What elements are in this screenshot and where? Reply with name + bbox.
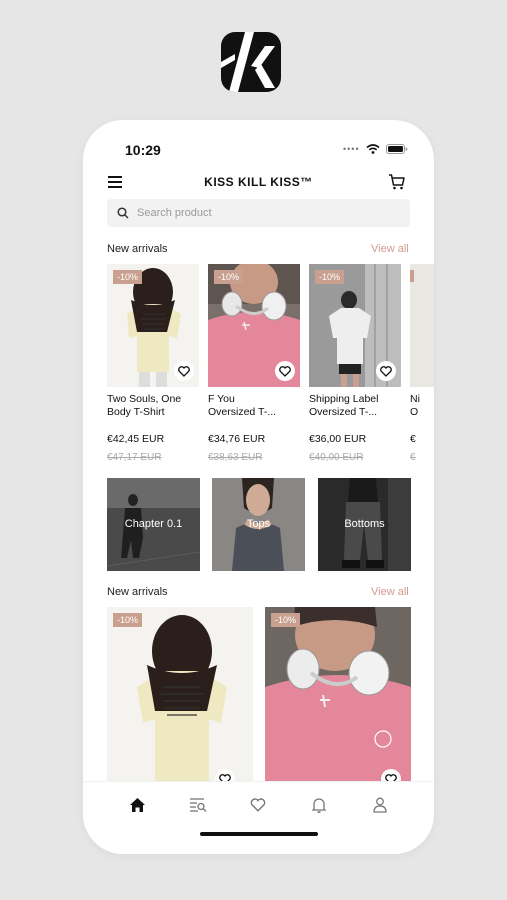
- wifi-icon: [366, 144, 380, 154]
- product-old-price: €: [410, 452, 416, 463]
- tab-notifications[interactable]: [308, 794, 330, 816]
- featured-product-card[interactable]: -10%: [265, 607, 411, 781]
- discount-badge: -10%: [113, 270, 143, 284]
- product-name-line: Ni: [410, 393, 420, 405]
- product-old-price: €38,63 EUR: [208, 452, 263, 463]
- top-app-bar: KISS KILL KISS™: [83, 170, 434, 198]
- discount-badge: -10%: [113, 613, 143, 627]
- heart-icon: [279, 365, 291, 377]
- category-row: Chapter 0.1 Tops Bottoms: [107, 478, 411, 571]
- section-title: New arrivals: [107, 586, 168, 598]
- product-name-line: Shipping Label: [309, 393, 379, 405]
- signal-dots-icon: ••••: [343, 144, 360, 154]
- bottom-tab-bar: [83, 781, 434, 854]
- product-card[interactable]: -10% F You Oversized T-... €34,76 EUR €3…: [208, 264, 300, 463]
- category-tile-chapter[interactable]: Chapter 0.1: [107, 478, 200, 571]
- product-old-price: €40,00 EUR: [309, 452, 364, 463]
- product-name-line: Oversized T-...: [208, 406, 277, 418]
- discount-badge: -10%: [271, 613, 301, 627]
- product-name-line: O: [410, 406, 419, 418]
- wishlist-button[interactable]: [275, 361, 295, 381]
- product-name[interactable]: F You Oversized T-...: [208, 393, 300, 419]
- battery-icon: [385, 144, 407, 154]
- product-name[interactable]: Shipping Label Oversized T-...: [309, 393, 401, 419]
- search-icon: [117, 207, 129, 219]
- heart-icon: [250, 798, 266, 812]
- browse-icon: [190, 798, 207, 812]
- wishlist-button[interactable]: [376, 361, 396, 381]
- category-label: Chapter 0.1: [124, 518, 183, 530]
- product-image[interactable]: -10%: [208, 264, 300, 387]
- discount-badge: -10%: [214, 270, 244, 284]
- status-icons: ••••: [343, 144, 408, 154]
- category-label: Tops: [246, 518, 271, 530]
- status-bar: 10:29 ••••: [83, 120, 434, 176]
- category-label: Bottoms: [344, 518, 385, 530]
- product-price: €34,76 EUR: [208, 433, 266, 445]
- bell-icon: [312, 798, 326, 813]
- product-old-price: €47,17 EUR: [107, 452, 162, 463]
- app-logo: [221, 32, 281, 92]
- product-card[interactable]: -10% Shipping Label Oversized T-... €36,…: [309, 264, 401, 463]
- product-image[interactable]: -10%: [107, 264, 199, 387]
- status-time: 10:29: [125, 142, 161, 158]
- heart-icon: [385, 773, 397, 781]
- tab-profile[interactable]: [369, 794, 391, 816]
- product-price: €: [410, 433, 416, 445]
- view-all-link[interactable]: View all: [371, 243, 409, 255]
- tab-browse[interactable]: [187, 794, 209, 816]
- user-icon: [373, 797, 387, 813]
- product-card[interactable]: -10% Two Souls, One Body T-Shirt €42,45 …: [107, 264, 199, 463]
- product-name-line: Two Souls, One: [107, 393, 182, 405]
- cart-icon: [389, 174, 405, 190]
- category-tile-tops[interactable]: Tops: [212, 478, 305, 571]
- cart-button[interactable]: [388, 173, 406, 191]
- heart-icon: [178, 365, 190, 377]
- featured-products: -10% -10%: [107, 607, 411, 781]
- product-card[interactable]: Ni O € €: [410, 264, 434, 463]
- tab-home[interactable]: [126, 794, 148, 816]
- section-title: New arrivals: [107, 243, 168, 255]
- wishlist-button[interactable]: [174, 361, 194, 381]
- view-all-link[interactable]: View all: [371, 586, 409, 598]
- featured-product-card[interactable]: -10%: [107, 607, 253, 781]
- discount-badge: -10%: [315, 270, 345, 284]
- phone-screen: 10:29 •••• KISS KILL KISS™ Search produc…: [83, 120, 434, 854]
- product-image[interactable]: -10%: [309, 264, 401, 387]
- search-bar[interactable]: [107, 199, 410, 227]
- product-price: €42,45 EUR: [107, 433, 165, 445]
- brand-title: KISS KILL KISS™: [204, 175, 313, 189]
- product-name-line: Oversized T-...: [309, 406, 378, 418]
- heart-icon: [219, 773, 231, 781]
- home-indicator: [200, 832, 318, 836]
- product-price: €36,00 EUR: [309, 433, 367, 445]
- product-name[interactable]: Two Souls, One Body T-Shirt: [107, 393, 199, 419]
- product-name-line: Body T-Shirt: [107, 406, 165, 418]
- search-input[interactable]: [137, 207, 387, 219]
- product-carousel[interactable]: -10% Two Souls, One Body T-Shirt €42,45 …: [107, 264, 434, 474]
- product-image[interactable]: [410, 264, 434, 387]
- heart-icon: [380, 365, 392, 377]
- category-tile-bottoms[interactable]: Bottoms: [318, 478, 411, 571]
- tab-wishlist[interactable]: [247, 794, 269, 816]
- home-icon: [129, 798, 145, 812]
- product-name-line: F You: [208, 393, 235, 405]
- product-name[interactable]: Ni O: [410, 393, 434, 419]
